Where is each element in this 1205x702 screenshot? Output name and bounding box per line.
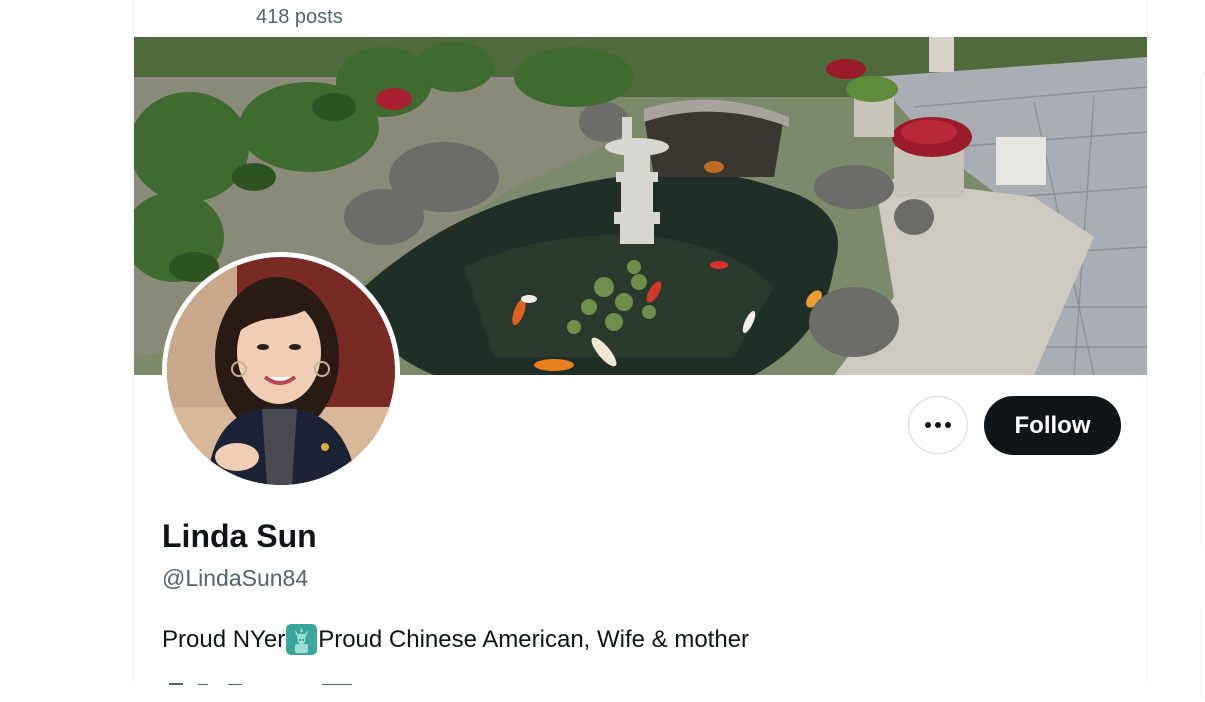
- sidebar-card-edge: [1200, 600, 1205, 702]
- follow-button[interactable]: Follow: [984, 396, 1121, 455]
- bio-text-start: Proud NYer: [162, 625, 286, 653]
- sidebar-card-edge: [1200, 70, 1205, 552]
- bio-text-end: Proud Chinese American, Wife & mother: [318, 625, 750, 653]
- statue-of-liberty-icon: [286, 624, 318, 655]
- profile-bio: Proud NYer Proud Chinese American, Wife …: [162, 624, 749, 655]
- post-count: 418 posts: [256, 6, 343, 28]
- profile-meta-row-clipped: [162, 675, 422, 685]
- more-dots-icon: [925, 422, 951, 428]
- more-options-button[interactable]: [908, 396, 968, 454]
- profile-handle: @LindaSun84: [162, 565, 309, 591]
- display-name: Linda Sun: [162, 518, 317, 554]
- column-border-right: [1147, 0, 1148, 683]
- profile-avatar[interactable]: [162, 252, 400, 490]
